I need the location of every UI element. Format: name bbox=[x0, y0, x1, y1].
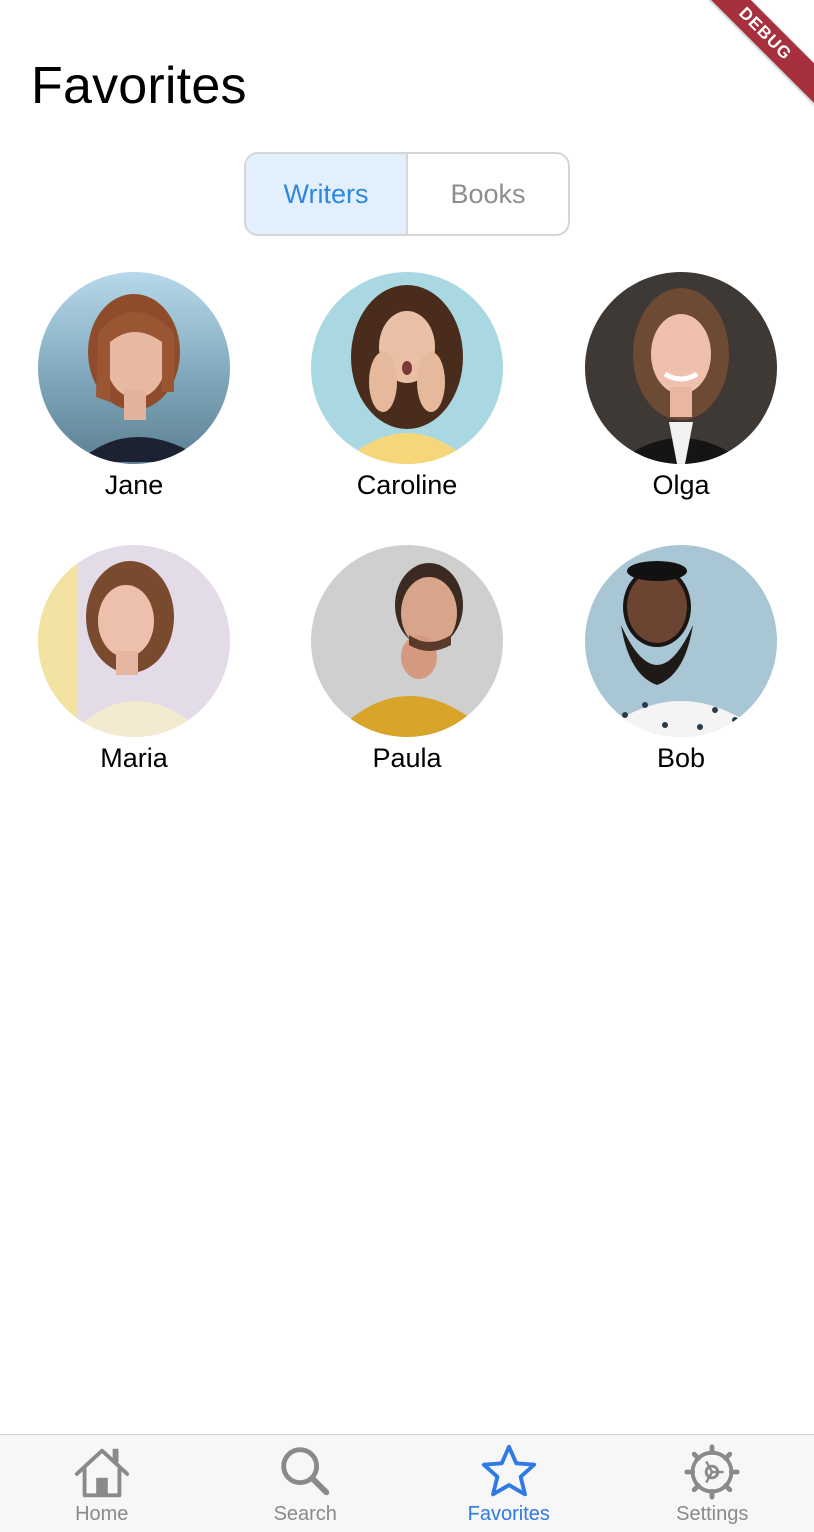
avatar-photo-maria bbox=[38, 545, 230, 737]
avatar bbox=[585, 272, 777, 464]
avatar-photo-jane bbox=[38, 272, 230, 464]
debug-banner: DEBUG bbox=[687, 0, 814, 112]
tab-label: Favorites bbox=[467, 1503, 550, 1525]
writer-name: Caroline bbox=[356, 470, 458, 500]
avatar bbox=[311, 272, 503, 464]
avatar bbox=[38, 545, 230, 737]
writer-card[interactable]: Bob bbox=[581, 545, 781, 774]
avatar-photo-paula bbox=[311, 545, 503, 737]
segmented-control: Writers Books bbox=[244, 152, 570, 236]
star-icon bbox=[481, 1444, 536, 1497]
screen: DEBUG Favorites Writers Books Jane Carol… bbox=[0, 0, 814, 1532]
tab-label: Search bbox=[273, 1503, 337, 1525]
segment-writers[interactable]: Writers bbox=[246, 154, 406, 234]
writer-name: Paula bbox=[372, 743, 442, 773]
writer-card[interactable]: Olga bbox=[581, 272, 781, 501]
tab-home[interactable]: Home bbox=[0, 1435, 204, 1532]
avatar-photo-caroline bbox=[311, 272, 503, 464]
search-icon bbox=[281, 1447, 330, 1496]
writer-card[interactable]: Jane bbox=[34, 272, 234, 501]
writer-name: Bob bbox=[656, 743, 706, 773]
page-title: Favorites bbox=[31, 57, 247, 115]
tab-settings[interactable]: Settings bbox=[611, 1435, 814, 1532]
avatar bbox=[311, 545, 503, 737]
avatar bbox=[585, 545, 777, 737]
segment-books[interactable]: Books bbox=[406, 154, 568, 234]
writer-card[interactable]: Maria bbox=[34, 545, 234, 774]
writer-card[interactable]: Paula bbox=[307, 545, 507, 774]
tab-favorites[interactable]: Favorites bbox=[407, 1435, 611, 1532]
tab-label: Settings bbox=[676, 1503, 749, 1525]
home-icon bbox=[74, 1448, 129, 1498]
writer-name: Jane bbox=[104, 470, 164, 500]
gear-icon bbox=[684, 1444, 740, 1500]
tab-search[interactable]: Search bbox=[204, 1435, 408, 1532]
avatar-photo-bob bbox=[585, 545, 777, 737]
writer-name: Olga bbox=[652, 470, 710, 500]
avatar-photo-olga bbox=[585, 272, 777, 464]
avatar bbox=[38, 272, 230, 464]
tab-label: Home bbox=[75, 1503, 129, 1525]
bottom-tab-bar: Home Search Favorites Settings bbox=[0, 1434, 814, 1532]
writer-name: Maria bbox=[100, 743, 168, 773]
writer-card[interactable]: Caroline bbox=[307, 272, 507, 501]
